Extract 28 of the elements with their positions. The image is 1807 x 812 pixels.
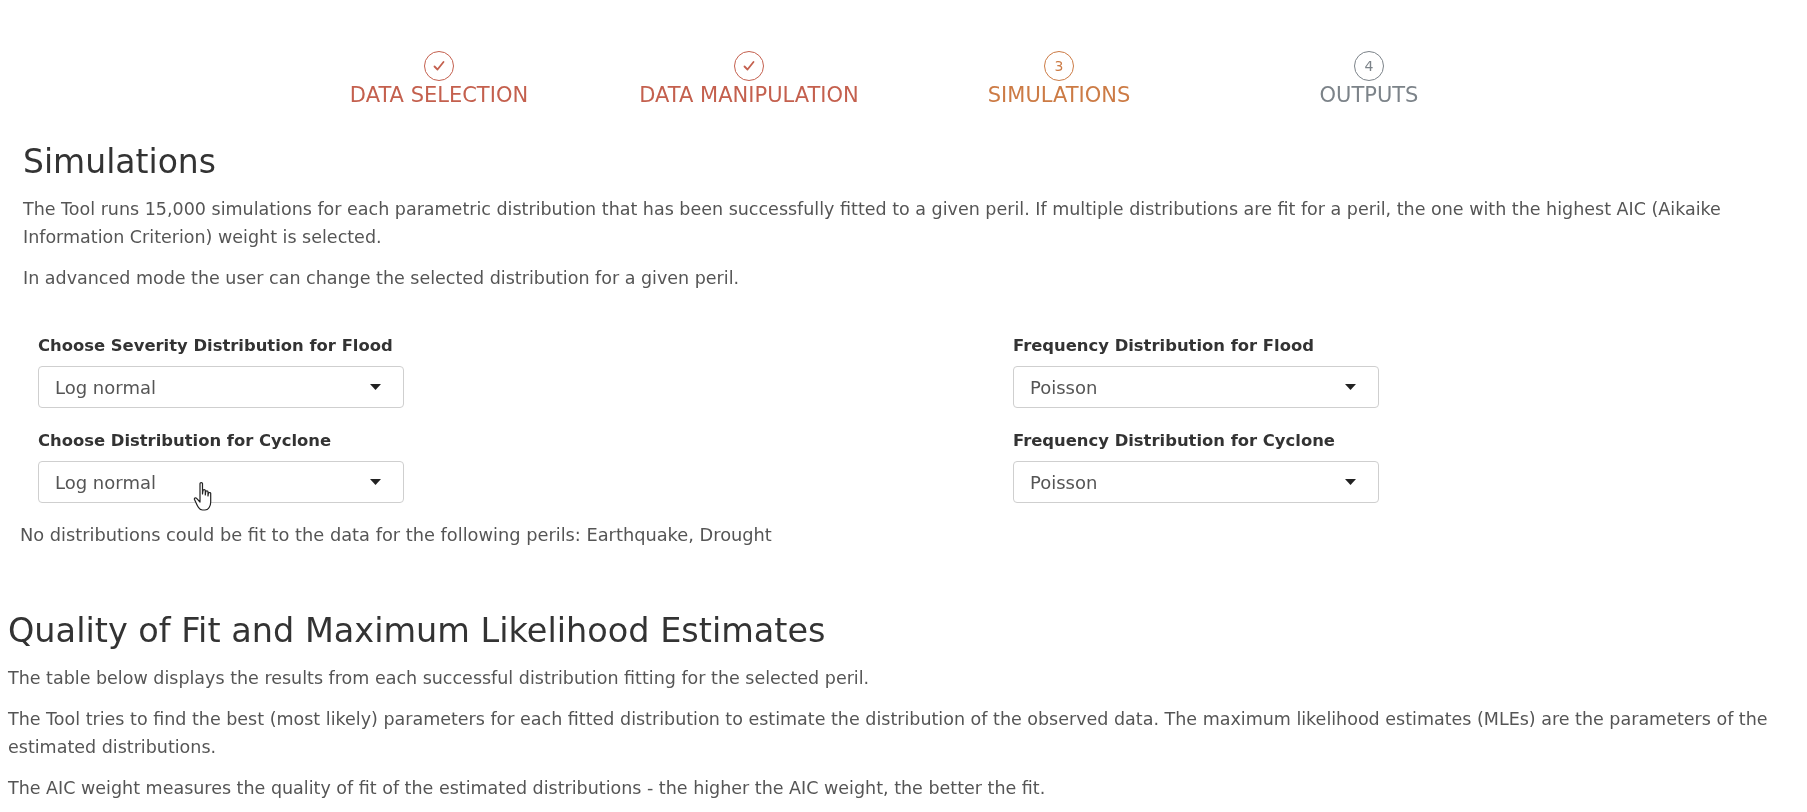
step-number: 4	[1354, 51, 1384, 81]
section-title: Simulations	[23, 142, 217, 182]
note-text: No distributions could be fit to the data for the following perils: Earthquake, Drought	[20, 523, 773, 547]
caret-icon	[370, 384, 381, 390]
field-label: Choose Distribution for Cyclone	[38, 431, 333, 451]
step-number: 3	[1044, 51, 1074, 81]
check-circle-icon	[424, 51, 454, 81]
caret-icon	[1345, 384, 1356, 390]
step-label: OUTPUTS	[1319, 83, 1419, 108]
section-title: Quality of Fit and Maximum Likelihood Estimates	[8, 611, 827, 651]
distribution-select[interactable]: Log normal	[38, 461, 404, 503]
distribution-select[interactable]: Poisson	[1013, 366, 1379, 408]
distribution-select[interactable]: Log normal	[38, 366, 404, 408]
field-label: Frequency Distribution for Flood	[1013, 336, 1315, 356]
paragraph: The AIC weight measures the quality of fit of the estimated distributions - the higher the AIC weight, the better the fit.	[8, 777, 1047, 800]
caret-icon	[370, 479, 381, 485]
field-label: Frequency Distribution for Cyclone	[1013, 431, 1336, 451]
check-circle-icon	[734, 51, 764, 81]
paragraph: The table below displays the results from each successful distribution fitting for the selected peril.	[8, 667, 871, 690]
paragraph: The Tool runs 15,000 simulations for each parametric distribution that has been successfully fitted to a given peril. If multiple distributions are fit for a peril, the one with the highest AIC (Aikaike Information Criterion) weight is selected.	[23, 198, 1722, 249]
step-label: DATA SELECTION	[349, 83, 529, 108]
caret-icon	[1345, 479, 1356, 485]
step-label: SIMULATIONS	[987, 83, 1131, 108]
distribution-select[interactable]: Poisson	[1013, 461, 1379, 503]
field-label: Choose Severity Distribution for Flood	[38, 336, 394, 356]
paragraph: The Tool tries to find the best (most likely) parameters for each fitted distribution to estimate the distribution of the observed data. The maximum likelihood estimates (MLEs) are the parameters of the estimated distributions.	[8, 708, 1769, 759]
paragraph: In advanced mode the user can change the selected distribution for a given peril.	[23, 267, 741, 290]
step-label: DATA MANIPULATION	[639, 83, 859, 108]
